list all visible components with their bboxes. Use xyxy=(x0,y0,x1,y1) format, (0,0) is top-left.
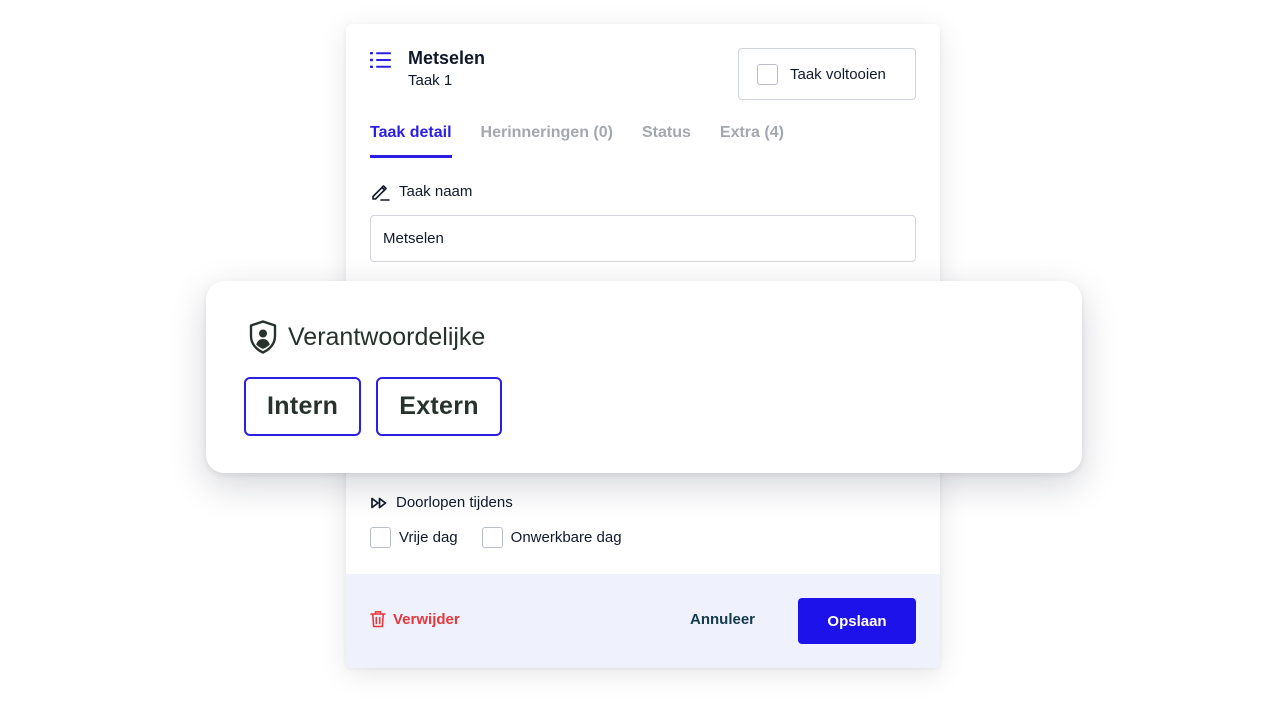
tab-bar: Taak detail Herinneringen (0) Status Ext… xyxy=(370,124,784,158)
delete-button[interactable]: Verwijder xyxy=(370,610,460,628)
intern-button[interactable]: Intern xyxy=(244,377,362,436)
free-day-checkbox[interactable] xyxy=(370,527,391,548)
task-title: Metselen xyxy=(408,48,486,68)
free-day-option[interactable]: Vrije dag xyxy=(370,527,458,548)
save-button[interactable]: Opslaan xyxy=(798,598,916,644)
continue-during-label: Doorlopen tijdens xyxy=(370,494,513,511)
task-header: Metselen Taak 1 Taak voltooien xyxy=(370,48,916,104)
free-day-label: Vrije dag xyxy=(399,529,458,546)
tab-extra[interactable]: Extra (4) xyxy=(720,124,784,158)
extern-button[interactable]: Extern xyxy=(376,377,502,436)
unworkable-day-label: Onwerkbare dag xyxy=(510,529,622,546)
responsible-options: Intern Extern xyxy=(244,377,502,436)
task-subtitle: Taak 1 xyxy=(408,72,453,89)
task-name-input[interactable] xyxy=(370,215,916,262)
continue-during-options: Vrije dag Onwerkbare dag xyxy=(370,527,622,548)
responsible-title: Verantwoordelijke xyxy=(288,322,486,351)
delete-label: Verwijder xyxy=(393,610,460,628)
complete-task-button[interactable]: Taak voltooien xyxy=(738,48,916,100)
task-name-label-text: Taak naam xyxy=(399,183,473,200)
tab-task-detail[interactable]: Taak detail xyxy=(370,124,452,158)
shield-user-icon xyxy=(249,320,277,354)
trash-icon xyxy=(370,611,386,628)
continue-during-label-text: Doorlopen tijdens xyxy=(396,494,513,511)
panel-footer: Verwijder Annuleer Opslaan xyxy=(346,574,940,668)
tab-reminders[interactable]: Herinneringen (0) xyxy=(481,124,613,158)
complete-task-checkbox[interactable] xyxy=(757,63,778,85)
cancel-button[interactable]: Annuleer xyxy=(690,611,755,628)
tab-status[interactable]: Status xyxy=(642,124,691,158)
unworkable-day-option[interactable]: Onwerkbare dag xyxy=(481,527,622,548)
responsible-header: Verantwoordelijke xyxy=(248,319,485,355)
unworkable-day-checkbox[interactable] xyxy=(481,527,503,548)
task-name-label: Taak naam xyxy=(370,181,472,202)
responsible-popup: Verantwoordelijke Intern Extern xyxy=(206,281,1082,473)
pencil-icon xyxy=(372,185,390,201)
list-icon xyxy=(370,52,391,68)
fast-forward-icon xyxy=(371,497,387,508)
complete-task-label: Taak voltooien xyxy=(790,65,886,83)
